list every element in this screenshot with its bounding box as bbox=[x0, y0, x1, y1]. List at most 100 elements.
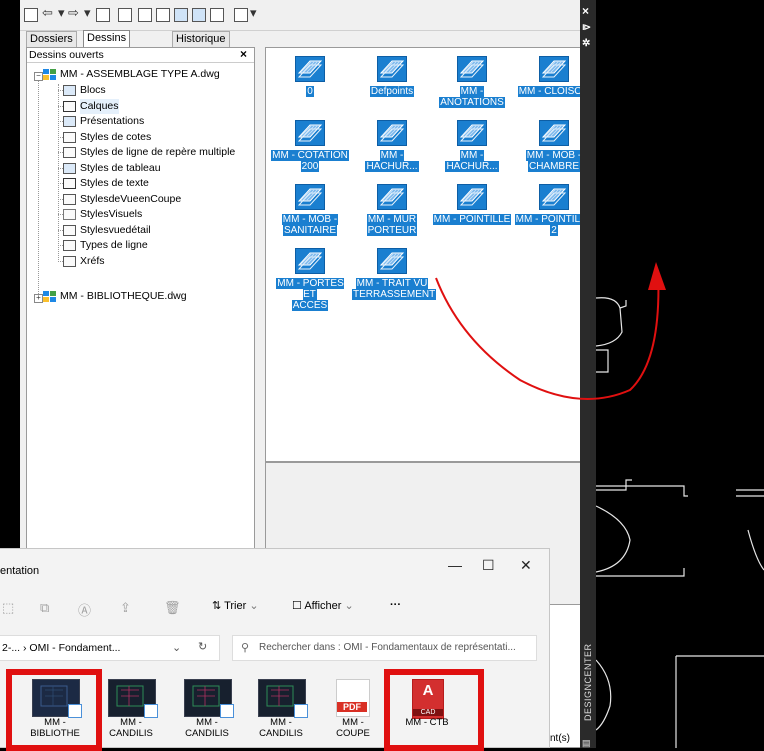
close-button[interactable]: ✕ bbox=[520, 557, 532, 574]
autohide-icon[interactable]: ⧐ bbox=[582, 22, 591, 33]
minimize-button[interactable]: — bbox=[448, 557, 462, 573]
file-item[interactable]: MM - CANDILIS bbox=[176, 669, 238, 749]
favorites-icon[interactable] bbox=[138, 8, 152, 22]
tree-item-label: Xréfs bbox=[80, 254, 105, 267]
designcenter-toolbar: ⇦ ▾ ⇨ ▾ ▾ bbox=[20, 0, 580, 31]
sort-label: Trier bbox=[224, 600, 247, 612]
layer-icon bbox=[295, 248, 325, 274]
layer-icon bbox=[377, 120, 407, 146]
tab-historique[interactable]: Historique bbox=[172, 31, 230, 47]
view-icon: ☐ bbox=[292, 600, 302, 612]
layer-item[interactable]: MM - COTATION 200 bbox=[270, 118, 350, 180]
expand-icon[interactable]: + bbox=[34, 294, 43, 303]
chevron-down-icon: ⌄ bbox=[249, 600, 259, 612]
layer-name: Defpoints bbox=[369, 86, 415, 97]
tab-dossiers[interactable]: Dossiers bbox=[26, 31, 77, 47]
sort-button[interactable]: ⇅ Trier ⌄ bbox=[212, 599, 259, 612]
chevron-down-icon: ⌄ bbox=[344, 600, 354, 612]
layer-item[interactable]: MM - MOB - SANITAIRE bbox=[270, 182, 350, 244]
pdf-file-icon: PDF bbox=[336, 679, 370, 717]
dwg-badge-icon bbox=[220, 704, 234, 718]
search-icon[interactable] bbox=[118, 8, 132, 22]
layer-icon bbox=[295, 120, 325, 146]
home-icon[interactable] bbox=[156, 8, 170, 22]
sort-icon: ⇅ bbox=[212, 600, 222, 612]
chat-icon[interactable]: ⬚ bbox=[2, 600, 14, 616]
blocks-icon bbox=[63, 85, 76, 96]
file-item[interactable]: MM - CANDILIS bbox=[250, 669, 312, 749]
layer-item[interactable]: 0 bbox=[270, 54, 350, 116]
window-title: entation bbox=[0, 565, 40, 577]
view-button[interactable]: ☐ Afficher ⌄ bbox=[292, 599, 354, 612]
layer-name: MM - MUR PORTEUR bbox=[366, 214, 418, 236]
layer-item[interactable]: Defpoints bbox=[352, 54, 432, 116]
layer-name: MM - HACHUR... bbox=[445, 150, 499, 172]
menu-icon[interactable]: ▤ bbox=[582, 738, 591, 749]
delete-icon[interactable]: 🗑 bbox=[164, 600, 181, 616]
layer-item[interactable]: MM - POINTILLE bbox=[432, 182, 512, 244]
tree-toggle-icon[interactable] bbox=[174, 8, 188, 22]
tree-item-label: MM - BIBLIOTHEQUE.dwg bbox=[60, 290, 187, 302]
close-icon[interactable]: × bbox=[582, 4, 589, 18]
file-item[interactable]: PDF MM - COUPE bbox=[322, 669, 384, 749]
share-icon[interactable]: ⇪ bbox=[120, 600, 131, 616]
layer-name: MM - POINTILLE bbox=[432, 214, 512, 225]
layer-icon bbox=[457, 184, 487, 210]
gear-icon[interactable]: ✲ bbox=[582, 38, 590, 49]
layer-item[interactable]: MM - MUR PORTEUR bbox=[352, 182, 432, 244]
load-icon[interactable] bbox=[24, 8, 38, 22]
search-input[interactable]: Rechercher dans : OMI - Fondamentaux de … bbox=[259, 642, 516, 653]
tree-line bbox=[58, 84, 59, 262]
layer-icon bbox=[457, 120, 487, 146]
refresh-icon[interactable]: ↻ bbox=[198, 640, 207, 653]
layer-name: 0 bbox=[306, 86, 314, 97]
layer-item[interactable]: MM - HACHUR... bbox=[432, 118, 512, 180]
tree-item-label: StylesdeVueenCoupe bbox=[80, 192, 182, 205]
tree-item-label: Styles de texte bbox=[80, 177, 149, 189]
dwg-thumbnail-icon bbox=[32, 679, 82, 718]
annotation-arrow bbox=[435, 262, 666, 400]
layer-item[interactable]: MM - ANOTATIONS bbox=[432, 54, 512, 116]
tree-item-label: Blocs bbox=[80, 84, 106, 96]
forward-icon[interactable]: ⇨ bbox=[68, 5, 82, 20]
up-icon[interactable] bbox=[96, 8, 110, 22]
tree-item-label: StylesVisuels bbox=[80, 208, 143, 220]
tree-item-label: Styles de ligne de repère multiple bbox=[80, 146, 236, 158]
layer-name: MM - HACHUR... bbox=[365, 150, 419, 172]
chevron-down-icon[interactable]: ⌄ bbox=[172, 641, 181, 654]
file-item[interactable]: MM - CANDILIS bbox=[100, 669, 162, 749]
close-icon[interactable]: × bbox=[240, 47, 247, 61]
dwg-badge-icon bbox=[68, 704, 82, 718]
sectionview-icon bbox=[63, 193, 76, 205]
dropdown-arrow-icon[interactable]: ▾ bbox=[250, 5, 264, 20]
autocad-file-icon: A CAD bbox=[412, 679, 444, 719]
detailview-icon bbox=[63, 224, 76, 236]
view-label: Afficher bbox=[304, 600, 342, 612]
preview-icon[interactable] bbox=[192, 8, 206, 22]
dwg-badge-icon bbox=[294, 704, 308, 718]
description-icon[interactable] bbox=[210, 8, 224, 22]
views-icon[interactable] bbox=[234, 8, 248, 22]
collapse-icon[interactable]: − bbox=[34, 72, 43, 81]
copy-icon[interactable]: ⧉ bbox=[40, 600, 49, 616]
breadcrumb[interactable]: 2-... › OMI - Fondament... bbox=[2, 642, 120, 654]
file-item[interactable]: MM - BIBLIOTHE bbox=[24, 669, 86, 749]
layer-icon bbox=[377, 56, 407, 82]
layer-name: MM - PORTES ET ACCES bbox=[276, 278, 344, 311]
file-item[interactable]: A CAD MM - CTB bbox=[396, 669, 458, 749]
back-icon[interactable]: ⇦ bbox=[42, 5, 56, 20]
layer-icon bbox=[295, 56, 325, 82]
layer-icon bbox=[377, 248, 407, 274]
layer-item[interactable]: MM - PORTES ET ACCES bbox=[270, 246, 350, 311]
maximize-button[interactable]: ☐ bbox=[482, 557, 495, 574]
layer-item[interactable]: MM - HACHUR... bbox=[352, 118, 432, 180]
search-box[interactable]: ⚲ Rechercher dans : OMI - Fondamentaux d… bbox=[232, 635, 537, 661]
layer-item[interactable]: MM - TRAIT VU TERRASSEMENT bbox=[352, 246, 437, 308]
tab-dessins-ouverts[interactable]: Dessins ouverts bbox=[83, 30, 131, 59]
tablestyle-icon bbox=[63, 162, 76, 174]
address-bar[interactable]: 2-... › OMI - Fondament... ⌄ ↻ bbox=[0, 635, 220, 661]
rename-icon[interactable]: Ⓐ bbox=[78, 600, 91, 619]
more-options-button[interactable]: ··· bbox=[390, 599, 401, 611]
file-explorer-window: entation — ☐ ✕ ⬚ ⧉ Ⓐ ⇪ 🗑 ⇅ Trier ⌄ ☐ Aff… bbox=[0, 548, 550, 751]
tree-item-label: Présentations bbox=[80, 115, 145, 127]
